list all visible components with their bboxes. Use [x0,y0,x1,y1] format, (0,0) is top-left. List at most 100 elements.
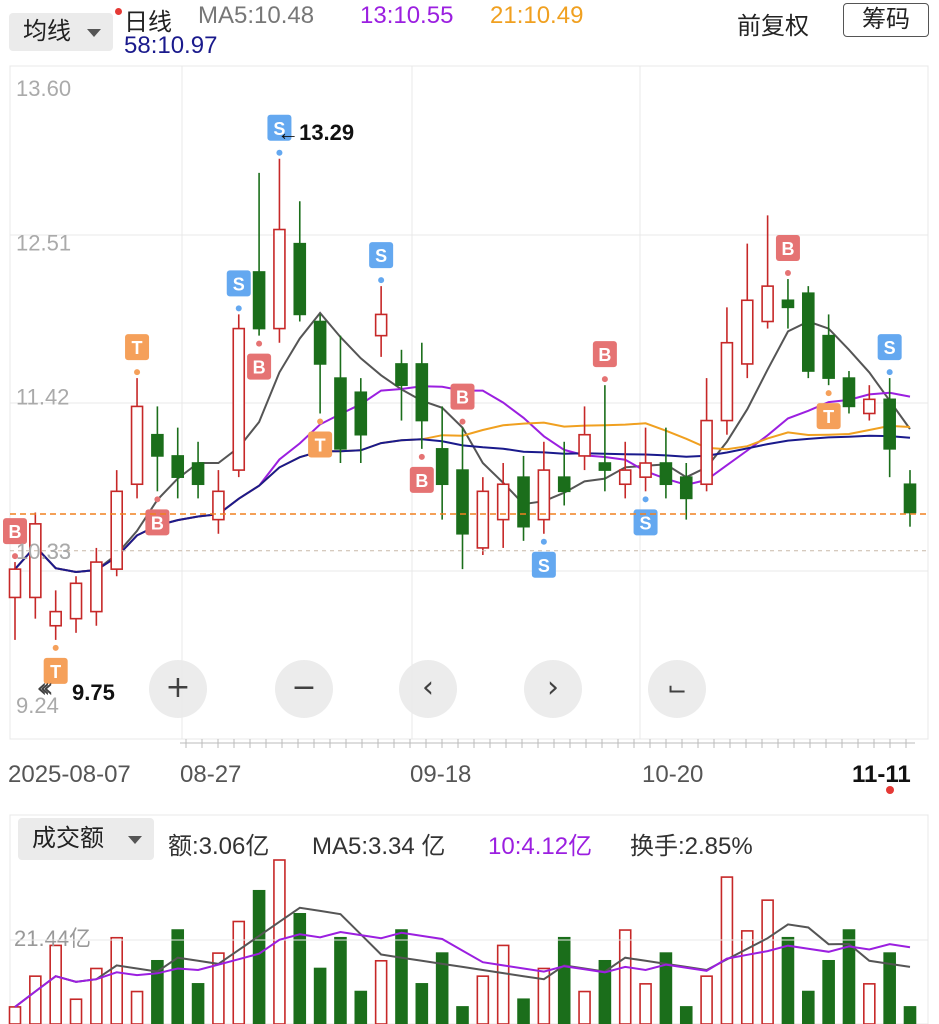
fullscreen-icon[interactable]: ⌙ [648,660,706,718]
volume-bar [49,944,62,1024]
candle-body [801,292,815,372]
candle-body [903,483,917,514]
volume-bar [476,975,490,1024]
candle-body [598,462,612,471]
zoom-out-icon[interactable]: − [275,660,333,718]
volume-bars: 21.44亿 [8,859,928,1024]
volume-bar [557,936,571,1024]
volume-bar [313,967,327,1024]
volume-bar [639,983,652,1024]
candle-body [293,242,307,316]
candle-body [232,327,246,471]
volume-bar [496,944,510,1024]
signal-S: S [226,270,251,312]
signal-dot [540,538,547,545]
signal-S: S [369,242,394,284]
candle-body [781,299,795,309]
signal-letter: T [315,435,326,455]
candle-body [517,476,530,528]
volume-ma5: MA5:3.34 亿 [312,833,446,860]
signal-letter: S [375,246,387,266]
volume-bar [130,990,144,1024]
signal-letter: B [781,239,794,259]
low-marker: 9.75 [72,680,115,705]
grid [9,65,929,1024]
candle-body [679,476,693,500]
candle-body [700,419,713,486]
signal-dot [276,149,283,156]
volume-bar [761,899,774,1024]
candle-body [212,490,225,521]
signal-dot [256,340,263,347]
candle-body [191,462,205,486]
signal-S: S [877,334,902,376]
volume-amount: 额:3.06亿 [168,833,270,860]
candle-body [69,582,83,620]
volume-bar [781,936,795,1024]
extreme-markers: ←13.29 9.75 [72,120,354,705]
candle-body [883,398,896,450]
candle-body [110,490,124,570]
candle-body [740,299,754,365]
x-tick-label: 08-27 [180,761,241,788]
candle-body [334,377,347,450]
volume-ma10: 10:4.12亿 [488,833,593,860]
volume-ma-lines [14,906,911,1008]
volume-bar [415,983,429,1024]
volume-bar [395,929,408,1024]
volume-bar [232,920,246,1024]
left-arrow-icon[interactable]: ‹ [399,660,457,718]
candle-body [761,285,774,323]
kline-chart[interactable]: 13.6012.5111.4210.339.24 BTTBSBSTSBBSBSB… [0,0,939,1024]
volume-selector[interactable]: 成交额 [18,818,154,860]
volume-bar [903,1006,917,1024]
today-dot [886,786,894,794]
high-marker: ←13.29 [277,120,354,145]
turnover: 换手:2.85% [630,833,753,860]
candle-body [151,433,164,457]
volume-bar [29,975,42,1024]
candle-body [354,391,368,436]
candle-body [618,469,632,486]
volume-bar [354,990,368,1024]
signal-T: T [125,334,150,376]
volume-bar [740,930,754,1024]
signal-dot [154,496,161,503]
volume-bar [863,983,876,1024]
volume-bar [456,1006,469,1024]
volume-bar [700,975,713,1024]
candle-body [374,313,388,337]
volume-bar [171,929,185,1024]
right-arrow-icon[interactable]: › [524,660,582,718]
x-tick-label: 2025-08-07 [8,761,131,788]
zoom-in-icon[interactable]: + [149,660,207,718]
volume-bar [252,889,266,1024]
signal-letter: S [538,556,550,576]
candle-body [822,334,835,379]
volume-bar [110,936,124,1024]
candle-body [720,341,734,422]
price-left-label: 10.33 [16,539,71,564]
signal-letter: S [884,338,896,358]
x-tick-label: 09-18 [410,761,471,788]
candle-body [90,561,103,613]
signal-dot [886,369,893,376]
signal-dot [134,369,141,376]
candle-body [578,433,591,457]
candle-body [639,462,652,478]
candle-body [313,320,327,365]
collapse-icon[interactable]: ‹‹‹ [12,660,70,718]
candle-body [8,568,22,599]
signal-letter: T [823,407,834,427]
signal-T: T [816,390,841,430]
candle-body [863,398,876,415]
signal-dot [784,270,791,277]
volume-selector-label: 成交额 [32,825,104,852]
volume-bar [618,929,632,1024]
signal-letter: S [233,274,245,294]
signal-dot [825,390,832,397]
candle-body [476,490,490,549]
y-axis: 13.6012.5111.4210.339.24 [16,76,71,718]
volume-bar [8,1006,22,1024]
signal-dot [235,305,242,312]
